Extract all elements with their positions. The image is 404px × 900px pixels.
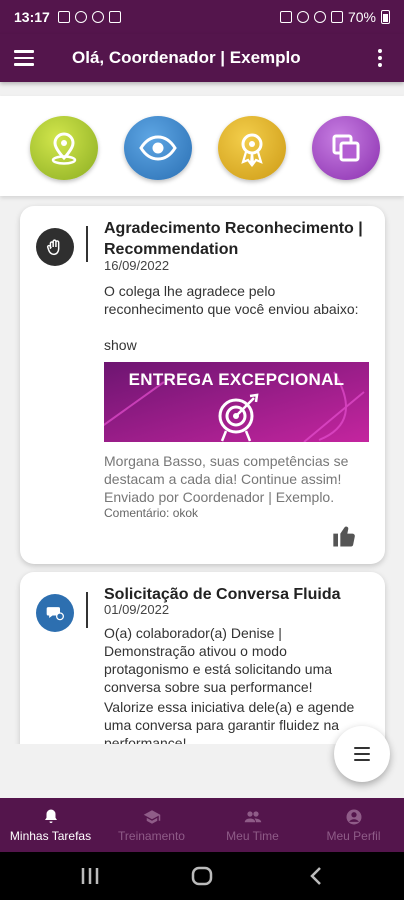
recognition-avatar [36,228,74,266]
more-options-icon[interactable] [370,49,390,67]
nav-label: Treinamento [118,828,185,843]
recognition-card[interactable]: Agradecimento Reconhecimento | Recommend… [20,206,385,564]
page-title: Olá, Coordenador | Exemplo [72,48,301,67]
card-message-2: Valorize essa iniciativa dele(a) e agend… [104,699,355,744]
card-divider [86,592,88,628]
copy-action-button[interactable] [312,116,380,180]
mute-icon [296,11,309,23]
recognition-text: Morgana Basso, suas competências se dest… [104,453,349,487]
card-date: 16/09/2022 [104,258,170,273]
team-icon [244,810,261,822]
home-icon[interactable] [190,864,214,888]
card-date: 01/09/2022 [104,602,170,617]
nav-label: Minhas Tarefas [9,828,92,843]
nav-minhas-tarefas[interactable]: Minhas Tarefas [0,798,101,852]
task-feed[interactable]: Agradecimento Reconhecimento | Recommend… [0,198,404,744]
location-action-button[interactable] [30,116,98,180]
battery-percent: 70% [347,9,376,25]
message-icon [57,11,70,23]
comment-text: Comentário: okok [104,506,199,520]
signal-icon [330,11,343,23]
system-indicators: 70% [279,9,390,25]
nav-meu-time[interactable]: Meu Time [202,798,303,852]
battery-icon [381,10,390,24]
quick-actions-bar [0,96,404,196]
sender-text: Enviado por Coordenador | Exemplo. [104,489,335,505]
nav-treinamento[interactable]: Treinamento [101,798,202,852]
award-ribbon-icon [241,133,263,167]
chat-bubble-icon [46,607,64,621]
copy-icon [332,134,360,162]
notification-icons [57,11,121,23]
sync-icon [74,11,87,23]
dnd-icon [91,11,104,23]
eye-icon [139,135,177,161]
nav-label: Meu Perfil [326,828,381,843]
nav-meu-perfil[interactable]: Meu Perfil [303,798,404,852]
bottom-navigation: Minhas Tarefas Treinamento Meu Time Meu … [0,798,404,852]
graduation-cap-icon [143,809,160,824]
nav-label: Meu Time [226,828,279,843]
recognition-banner: ENTREGA EXCEPCIONAL [104,362,369,442]
thumbs-up-icon[interactable] [331,522,359,550]
status-bar: 13:17 70% [0,0,404,34]
card-title: Agradecimento Reconhecimento | Recommend… [104,220,363,258]
award-action-button[interactable] [218,116,286,180]
recent-apps-icon[interactable] [80,864,100,888]
back-icon[interactable] [306,864,326,888]
banner-title: ENTREGA EXCEPCIONAL [128,370,345,389]
view-action-button[interactable] [124,116,192,180]
location-pin-icon [51,132,77,165]
conversation-request-card[interactable]: Solicitação de Conversa Fluida 01/09/202… [20,572,385,744]
card-message: O colega lhe agradece pelo reconheciment… [104,283,359,317]
conversation-avatar [36,594,74,632]
lock-icon [108,11,121,23]
card-value: show [104,337,137,353]
bell-icon [44,809,57,823]
wifi-icon [313,11,326,23]
system-navigation-bar [0,852,404,900]
status-time: 13:17 [14,9,50,25]
hand-wave-icon [46,239,60,256]
card-divider [86,226,88,262]
hamburger-menu-icon[interactable] [14,44,42,72]
menu-fab-button[interactable] [334,726,390,782]
profile-icon [346,809,361,824]
alarm-icon [279,11,292,23]
app-bar: Olá, Coordenador | Exemplo [0,34,404,82]
card-message: O(a) colaborador(a) Denise | Demonstraçã… [104,625,333,695]
